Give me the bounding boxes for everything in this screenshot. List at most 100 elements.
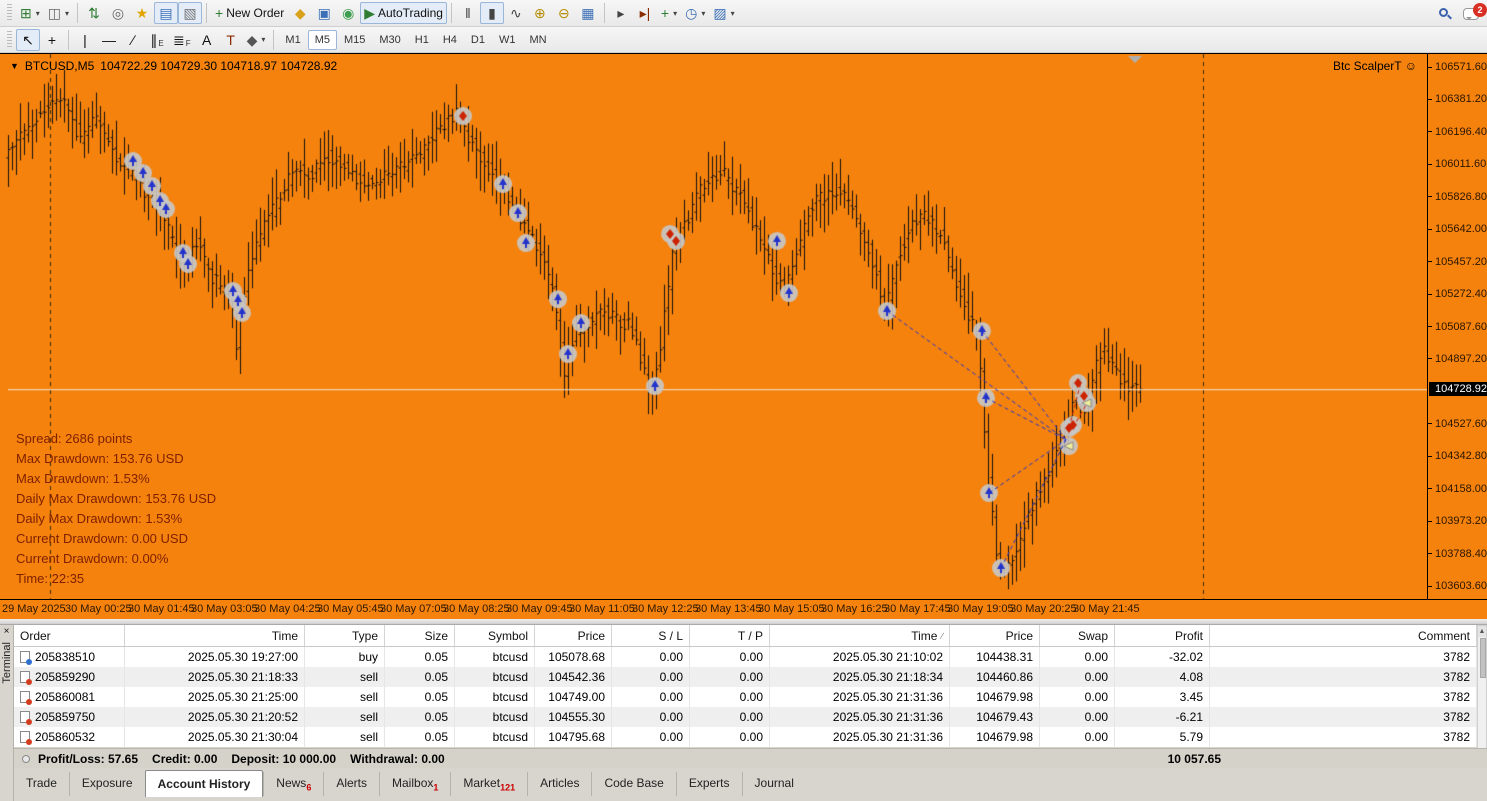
tab-code-base[interactable]: Code Base — [591, 772, 675, 796]
price-axis-label: 104342.80 — [1428, 450, 1487, 462]
tab-news[interactable]: News6 — [263, 772, 323, 796]
market-watch-button[interactable]: ▤ — [154, 2, 178, 24]
fibonacci-tool[interactable]: ≣ F — [169, 29, 195, 51]
column-header-time[interactable]: Time — [125, 625, 305, 646]
candlestick-chart-button[interactable]: ▮ — [479, 2, 504, 24]
notifications-icon[interactable]: 2 — [1463, 2, 1487, 20]
scrollbar-thumb[interactable] — [1480, 638, 1486, 678]
time-axis[interactable]: 29 May 2025 30 May 00:25 30 May 01:45 30 Ma… — [0, 599, 1487, 620]
price-axis-label: 106196.40 — [1428, 126, 1487, 138]
tab-mailbox[interactable]: Mailbox1 — [379, 772, 450, 796]
column-header-type[interactable]: Type — [305, 625, 385, 646]
column-header-price[interactable]: Price — [535, 625, 612, 646]
toolbar-grip[interactable] — [7, 30, 12, 49]
zoom-in-button[interactable]: ⊕ — [528, 2, 552, 24]
timeframe-m15[interactable]: M15 — [337, 30, 372, 50]
text-tool[interactable]: A — [195, 29, 219, 51]
column-header-swap[interactable]: Swap — [1040, 625, 1115, 646]
tab-alerts[interactable]: Alerts — [323, 772, 379, 796]
chart-dropdown-icon[interactable]: ▼ — [10, 61, 19, 71]
cursor-tool[interactable]: ↖ — [16, 28, 40, 51]
data-window-button[interactable]: ▧ — [178, 2, 202, 24]
column-header-time2[interactable]: Time ∕ — [770, 625, 950, 646]
cursor-target-button[interactable]: ◎ — [106, 2, 130, 24]
timeframe-h1[interactable]: H1 — [408, 30, 436, 50]
crosshair-icon: + — [47, 31, 57, 48]
profiles-button[interactable]: ◫ ▾ — [44, 2, 73, 24]
table-row[interactable]: 205838510 2025.05.30 19:27:00 buy 0.05 btcus… — [14, 647, 1477, 667]
cell-price2: 104679.98 — [950, 687, 1040, 707]
cell-swap: 0.00 — [1040, 727, 1115, 747]
tab-label: Account History — [157, 777, 251, 791]
timeframe-h4[interactable]: H4 — [436, 30, 464, 50]
autotrading-button[interactable]: ▶ AutoTrading — [360, 2, 447, 24]
table-header-row: Order Time Type Size Symbol Price S / LT / P Ti… — [14, 625, 1477, 647]
tab-trade[interactable]: Trade — [14, 772, 69, 796]
column-header-size[interactable]: Size — [385, 625, 455, 646]
toolbar-separator — [450, 3, 452, 23]
annotation-line: Daily Max Drawdown: 1.53% — [16, 511, 183, 526]
signals-button[interactable]: ◉ — [336, 2, 360, 24]
new-order-button[interactable]: + New Order — [211, 2, 288, 24]
column-header-symbol[interactable]: Symbol — [455, 625, 535, 646]
column-header-sl[interactable]: S / L — [612, 625, 690, 646]
line-chart-button[interactable]: ∿ — [504, 2, 528, 24]
auto-scroll-button[interactable]: ▸ — [609, 2, 633, 24]
scroll-up-icon[interactable]: ▲ — [1478, 626, 1486, 637]
price-axis-label: 105087.60 — [1428, 321, 1487, 333]
table-row[interactable]: 205859750 2025.05.30 21:20:52 sell 0.05 btcu… — [14, 707, 1477, 727]
vertical-line-tool[interactable]: | — [73, 29, 97, 51]
periods-button[interactable]: ◷ ▾ — [681, 2, 709, 24]
cell-order: 205859290 — [14, 667, 125, 687]
bar-chart-button[interactable]: ‖ — [456, 2, 480, 24]
horizontal-line-tool[interactable]: — — [97, 29, 121, 51]
column-header-tp[interactable]: T / P — [690, 625, 770, 646]
column-header-order[interactable]: Order — [14, 625, 125, 646]
close-icon[interactable]: × — [4, 626, 10, 638]
arrows-tool[interactable]: ◆ ▾ — [243, 29, 270, 51]
table-row[interactable]: 205860081 2025.05.30 21:25:00 sell 0.05 btcu… — [14, 687, 1477, 707]
tab-journal[interactable]: Journal — [741, 772, 806, 796]
tab-exposure[interactable]: Exposure — [68, 772, 145, 796]
templates-button[interactable]: ▨ ▾ — [709, 2, 738, 24]
favorites-button[interactable]: ★ — [130, 2, 154, 24]
price-axis[interactable]: 104728.92 106571.60 106381.20 106196.40 106… — [1427, 54, 1487, 599]
equidistant-channel-tool[interactable]: ∥ E — [145, 29, 169, 51]
chart-shift-button[interactable]: ▸| — [633, 2, 657, 24]
tab-account-history[interactable]: Account History — [144, 770, 264, 797]
metaeditor-button[interactable]: ◆ — [288, 2, 312, 24]
timeframe-m5[interactable]: M5 — [307, 29, 337, 50]
tab-label: Alerts — [336, 776, 368, 790]
symbols-button[interactable]: ⇅ — [82, 2, 106, 24]
toolbar-grip[interactable] — [7, 4, 12, 22]
column-header-price2[interactable]: Price — [950, 625, 1040, 646]
crosshair-tool[interactable]: + — [40, 29, 64, 51]
line-chart-icon: ∿ — [510, 5, 522, 21]
tab-experts[interactable]: Experts — [675, 772, 742, 796]
text-label-tool[interactable]: T — [219, 29, 243, 51]
zoom-out-button[interactable]: ⊖ — [552, 2, 576, 24]
tile-windows-button[interactable]: ▦ — [576, 2, 600, 24]
indicators-button[interactable]: + ▾ — [657, 2, 681, 24]
table-row[interactable]: 205860532 2025.05.30 21:30:04 sell 0.05 btcu… — [14, 727, 1477, 747]
new-chart-button[interactable]: ⊞ ▾ — [16, 2, 44, 24]
cell-tp: 0.00 — [690, 667, 770, 687]
tab-badge: 121 — [500, 782, 516, 793]
column-header-profit[interactable]: Profit — [1115, 625, 1210, 646]
timeframe-mn[interactable]: MN — [522, 30, 553, 50]
table-row[interactable]: 205859290 2025.05.30 21:18:33 sell 0.05 btcu… — [14, 667, 1477, 687]
timeframe-d1[interactable]: D1 — [464, 30, 492, 50]
axis-tick — [1428, 553, 1432, 555]
timeframe-m1[interactable]: M1 — [278, 30, 307, 50]
chart-title[interactable]: ▼ BTCUSD,M5 104722.29 104729.30 104718.9… — [10, 59, 337, 73]
column-header-comment[interactable]: Comment — [1210, 625, 1477, 646]
tab-articles[interactable]: Articles — [527, 772, 591, 796]
table-scrollbar[interactable]: ▲ ▼ — [1477, 625, 1487, 768]
strategy-tester-button[interactable]: ▣ — [312, 2, 336, 24]
trendline-tool[interactable]: ∕ — [121, 29, 145, 51]
tab-market[interactable]: Market121 — [450, 772, 527, 796]
search-icon[interactable] — [1439, 7, 1452, 20]
cell-type: sell — [305, 707, 385, 727]
timeframe-w1[interactable]: W1 — [492, 30, 523, 50]
timeframe-m30[interactable]: M30 — [372, 30, 407, 50]
